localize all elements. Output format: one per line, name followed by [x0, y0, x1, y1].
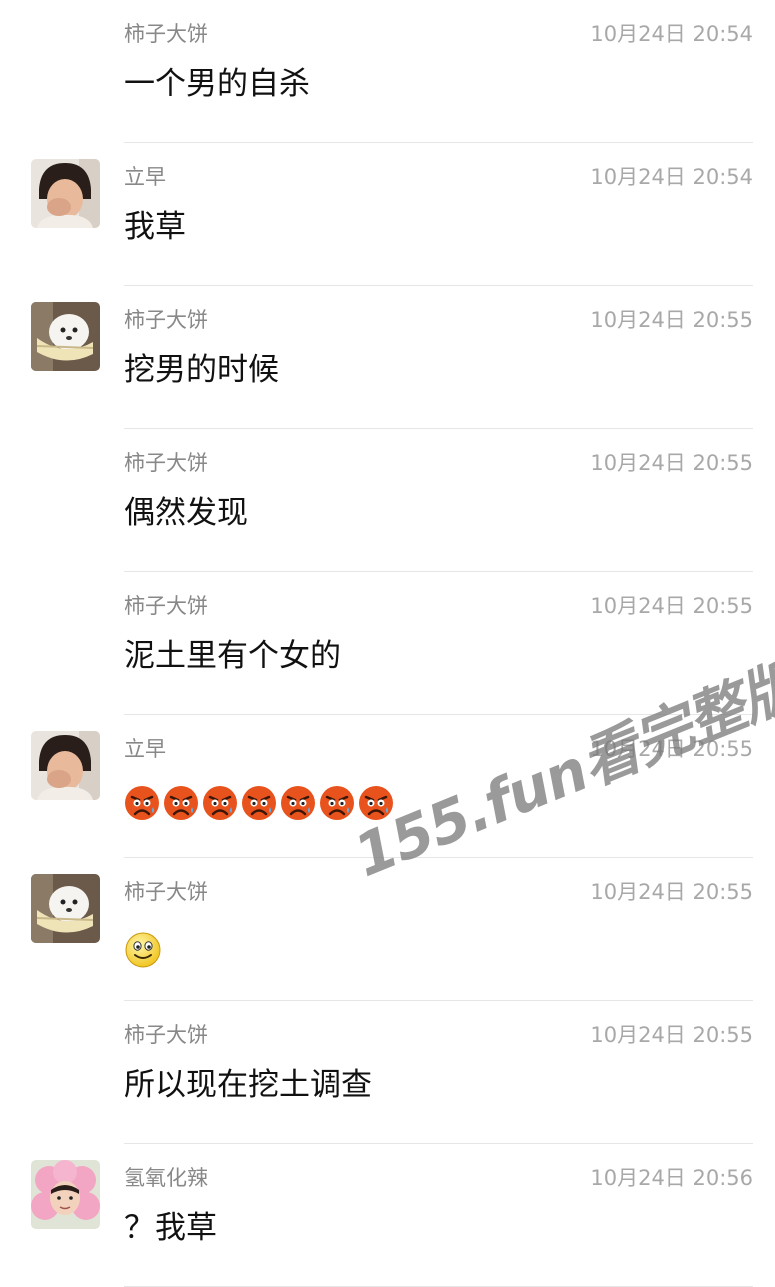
message-text[interactable]: 一个男的自杀: [124, 58, 310, 103]
message-item: 立早 10月24日 20:54 我草: [0, 143, 775, 286]
sender-name[interactable]: 柿子大饼: [124, 876, 208, 906]
message-text[interactable]: 偶然发现: [124, 487, 248, 532]
angry-face-icon: [242, 786, 276, 820]
angry-face-icon: [125, 786, 159, 820]
angry-face-icon: [281, 786, 315, 820]
angry-face-icon: [203, 786, 237, 820]
sender-name[interactable]: 氢氧化辣: [124, 1162, 208, 1192]
message-item: 氢氧化辣 10月24日 20:56 ？我草: [0, 1144, 775, 1287]
sender-name[interactable]: 柿子大饼: [124, 304, 208, 334]
avatar[interactable]: [31, 1160, 100, 1229]
emoji-message[interactable]: [124, 931, 162, 969]
smiley-face-icon: [125, 932, 161, 968]
sender-name[interactable]: 柿子大饼: [124, 1019, 208, 1049]
message-time: 10月24日 20:54: [590, 22, 753, 46]
message-item: 柿子大饼 10月24日 20:54 一个男的自杀: [0, 0, 775, 143]
angry-face-icon: [164, 786, 198, 820]
message-item: 柿子大饼 10月24日 20:55 偶然发现: [0, 429, 775, 572]
avatar[interactable]: [31, 874, 100, 943]
message-time: 10月24日 20:55: [590, 451, 753, 475]
message-text[interactable]: 所以现在挖土调查: [124, 1059, 372, 1104]
message-item: 柿子大饼 10月24日 20:55 挖男的时候: [0, 286, 775, 429]
message-text[interactable]: 泥土里有个女的: [124, 630, 341, 675]
message-time: 10月24日 20:54: [590, 165, 753, 189]
message-text[interactable]: 我草: [124, 201, 186, 246]
message-time: 10月24日 20:55: [590, 880, 753, 904]
message-text[interactable]: ？我草: [124, 1202, 217, 1247]
message-time: 10月24日 20:56: [590, 1166, 753, 1190]
sender-name[interactable]: 柿子大饼: [124, 18, 208, 48]
avatar[interactable]: [31, 731, 100, 800]
message-item: 柿子大饼 10月24日 20:55 所以现在挖土调查: [0, 1001, 775, 1144]
message-time: 10月24日 20:55: [590, 308, 753, 332]
sender-name[interactable]: 柿子大饼: [124, 447, 208, 477]
sender-name[interactable]: 立早: [124, 161, 166, 191]
message-time: 10月24日 20:55: [590, 594, 753, 618]
message-text[interactable]: 挖男的时候: [124, 344, 279, 389]
message-time: 10月24日 20:55: [590, 1023, 753, 1047]
avatar[interactable]: [31, 302, 100, 371]
sender-name[interactable]: 柿子大饼: [124, 590, 208, 620]
sender-name[interactable]: 立早: [124, 733, 166, 763]
avatar[interactable]: [31, 159, 100, 228]
